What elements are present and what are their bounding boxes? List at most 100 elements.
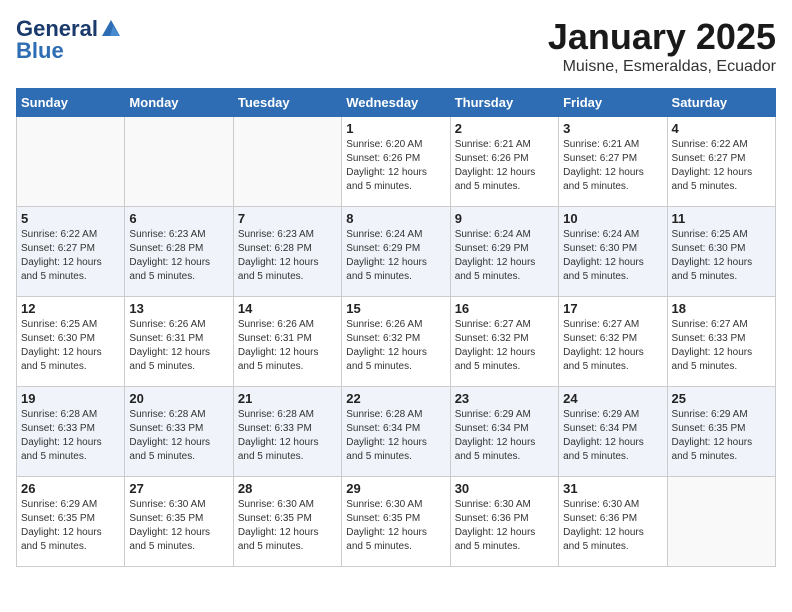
day-info: Sunrise: 6:22 AMSunset: 6:27 PMDaylight:… [21,228,120,284]
day-number: 4 [672,121,771,136]
day-number: 30 [455,481,554,496]
calendar-cell: 24 Sunrise: 6:29 AMSunset: 6:34 PMDayligh… [559,387,667,477]
day-info: Sunrise: 6:28 AMSunset: 6:33 PMDaylight:… [129,408,228,464]
day-number: 19 [21,391,120,406]
day-number: 25 [672,391,771,406]
day-info: Sunrise: 6:21 AMSunset: 6:27 PMDaylight:… [563,138,662,194]
day-info: Sunrise: 6:26 AMSunset: 6:31 PMDaylight:… [129,318,228,374]
day-info: Sunrise: 6:26 AMSunset: 6:32 PMDaylight:… [346,318,445,374]
day-info: Sunrise: 6:29 AMSunset: 6:35 PMDaylight:… [21,498,120,554]
calendar-cell: 15 Sunrise: 6:26 AMSunset: 6:32 PMDayligh… [342,297,450,387]
day-info: Sunrise: 6:25 AMSunset: 6:30 PMDaylight:… [672,228,771,284]
calendar-cell: 2 Sunrise: 6:21 AMSunset: 6:26 PMDaylight… [450,117,558,207]
day-info: Sunrise: 6:29 AMSunset: 6:35 PMDaylight:… [672,408,771,464]
calendar-cell: 23 Sunrise: 6:29 AMSunset: 6:34 PMDayligh… [450,387,558,477]
calendar-cell: 16Sunrise: 6:27 AMSunset: 6:32 PMDayligh… [450,297,558,387]
day-info: Sunrise: 6:27 AMSunset: 6:33 PMDaylight:… [672,318,771,374]
day-info: Sunrise: 6:23 AMSunset: 6:28 PMDaylight:… [238,228,337,284]
day-info: Sunrise: 6:22 AMSunset: 6:27 PMDaylight:… [672,138,771,194]
calendar-cell [125,117,233,207]
day-number: 31 [563,481,662,496]
calendar-cell: 18 Sunrise: 6:27 AMSunset: 6:33 PMDayligh… [667,297,775,387]
day-info: Sunrise: 6:24 AMSunset: 6:30 PMDaylight:… [563,228,662,284]
day-info: Sunrise: 6:27 AMSunset: 6:32 PMDaylight:… [563,318,662,374]
day-info: Sunrise: 6:29 AMSunset: 6:34 PMDaylight:… [563,408,662,464]
calendar-cell: 7 Sunrise: 6:23 AMSunset: 6:28 PMDaylight… [233,207,341,297]
day-number: 23 [455,391,554,406]
weekday-header: Sunday [17,89,125,117]
calendar-cell: 21Sunrise: 6:28 AMSunset: 6:33 PMDayligh… [233,387,341,477]
day-info: Sunrise: 6:30 AMSunset: 6:35 PMDaylight:… [346,498,445,554]
calendar-cell: 14 Sunrise: 6:26 AMSunset: 6:31 PMDayligh… [233,297,341,387]
day-number: 9 [455,211,554,226]
calendar-cell: 29 Sunrise: 6:30 AMSunset: 6:35 PMDayligh… [342,477,450,567]
calendar-cell: 3 Sunrise: 6:21 AMSunset: 6:27 PMDaylight… [559,117,667,207]
day-number: 17 [563,301,662,316]
day-number: 18 [672,301,771,316]
calendar-cell [667,477,775,567]
day-number: 10 [563,211,662,226]
day-info: Sunrise: 6:28 AMSunset: 6:33 PMDaylight:… [21,408,120,464]
day-number: 14 [238,301,337,316]
calendar-cell: 11 Sunrise: 6:25 AMSunset: 6:30 PMDayligh… [667,207,775,297]
month-title: January 2025 [548,16,776,58]
calendar-cell: 12Sunrise: 6:25 AMSunset: 6:30 PMDayligh… [17,297,125,387]
calendar-cell: 25 Sunrise: 6:29 AMSunset: 6:35 PMDayligh… [667,387,775,477]
day-number: 26 [21,481,120,496]
day-number: 11 [672,211,771,226]
calendar-cell: 8 Sunrise: 6:24 AMSunset: 6:29 PMDaylight… [342,207,450,297]
title-block: January 2025 Muisne, Esmeraldas, Ecuador [548,16,776,76]
calendar-cell: 4 Sunrise: 6:22 AMSunset: 6:27 PMDaylight… [667,117,775,207]
day-number: 27 [129,481,228,496]
calendar-cell: 26 Sunrise: 6:29 AMSunset: 6:35 PMDayligh… [17,477,125,567]
weekday-header: Thursday [450,89,558,117]
calendar-cell: 10 Sunrise: 6:24 AMSunset: 6:30 PMDayligh… [559,207,667,297]
calendar-cell: 19 Sunrise: 6:28 AMSunset: 6:33 PMDayligh… [17,387,125,477]
day-number: 28 [238,481,337,496]
calendar-cell [233,117,341,207]
page-header: General Blue January 2025 Muisne, Esmera… [16,16,776,76]
day-number: 2 [455,121,554,136]
day-number: 13 [129,301,228,316]
day-number: 7 [238,211,337,226]
day-info: Sunrise: 6:28 AMSunset: 6:34 PMDaylight:… [346,408,445,464]
day-info: Sunrise: 6:30 AMSunset: 6:35 PMDaylight:… [238,498,337,554]
day-info: Sunrise: 6:20 AMSunset: 6:26 PMDaylight:… [346,138,445,194]
day-info: Sunrise: 6:24 AMSunset: 6:29 PMDaylight:… [455,228,554,284]
day-number: 22 [346,391,445,406]
day-number: 15 [346,301,445,316]
calendar-cell: 20 Sunrise: 6:28 AMSunset: 6:33 PMDayligh… [125,387,233,477]
weekday-header: Monday [125,89,233,117]
calendar-cell [17,117,125,207]
day-number: 20 [129,391,228,406]
day-info: Sunrise: 6:30 AMSunset: 6:36 PMDaylight:… [563,498,662,554]
day-info: Sunrise: 6:28 AMSunset: 6:33 PMDaylight:… [238,408,337,464]
day-number: 24 [563,391,662,406]
day-info: Sunrise: 6:29 AMSunset: 6:34 PMDaylight:… [455,408,554,464]
day-number: 8 [346,211,445,226]
calendar-table: SundayMondayTuesdayWednesdayThursdayFrid… [16,88,776,567]
calendar-cell: 13 Sunrise: 6:26 AMSunset: 6:31 PMDayligh… [125,297,233,387]
day-number: 12 [21,301,120,316]
day-info: Sunrise: 6:26 AMSunset: 6:31 PMDaylight:… [238,318,337,374]
day-info: Sunrise: 6:30 AMSunset: 6:35 PMDaylight:… [129,498,228,554]
calendar-cell: 31 Sunrise: 6:30 AMSunset: 6:36 PMDayligh… [559,477,667,567]
day-number: 29 [346,481,445,496]
calendar-cell: 27 Sunrise: 6:30 AMSunset: 6:35 PMDayligh… [125,477,233,567]
calendar-cell: 28 Sunrise: 6:30 AMSunset: 6:35 PMDayligh… [233,477,341,567]
logo-icon [100,18,122,40]
day-info: Sunrise: 6:23 AMSunset: 6:28 PMDaylight:… [129,228,228,284]
day-number: 5 [21,211,120,226]
calendar-cell: 1Sunrise: 6:20 AMSunset: 6:26 PMDaylight… [342,117,450,207]
day-info: Sunrise: 6:24 AMSunset: 6:29 PMDaylight:… [346,228,445,284]
weekday-header: Tuesday [233,89,341,117]
day-info: Sunrise: 6:27 AMSunset: 6:32 PMDaylight:… [455,318,554,374]
day-number: 3 [563,121,662,136]
day-info: Sunrise: 6:30 AMSunset: 6:36 PMDaylight:… [455,498,554,554]
day-number: 6 [129,211,228,226]
calendar-cell: 22 Sunrise: 6:28 AMSunset: 6:34 PMDayligh… [342,387,450,477]
calendar-cell: 5 Sunrise: 6:22 AMSunset: 6:27 PMDaylight… [17,207,125,297]
calendar-cell: 30 Sunrise: 6:30 AMSunset: 6:36 PMDayligh… [450,477,558,567]
day-info: Sunrise: 6:21 AMSunset: 6:26 PMDaylight:… [455,138,554,194]
logo-blue: Blue [16,38,64,64]
